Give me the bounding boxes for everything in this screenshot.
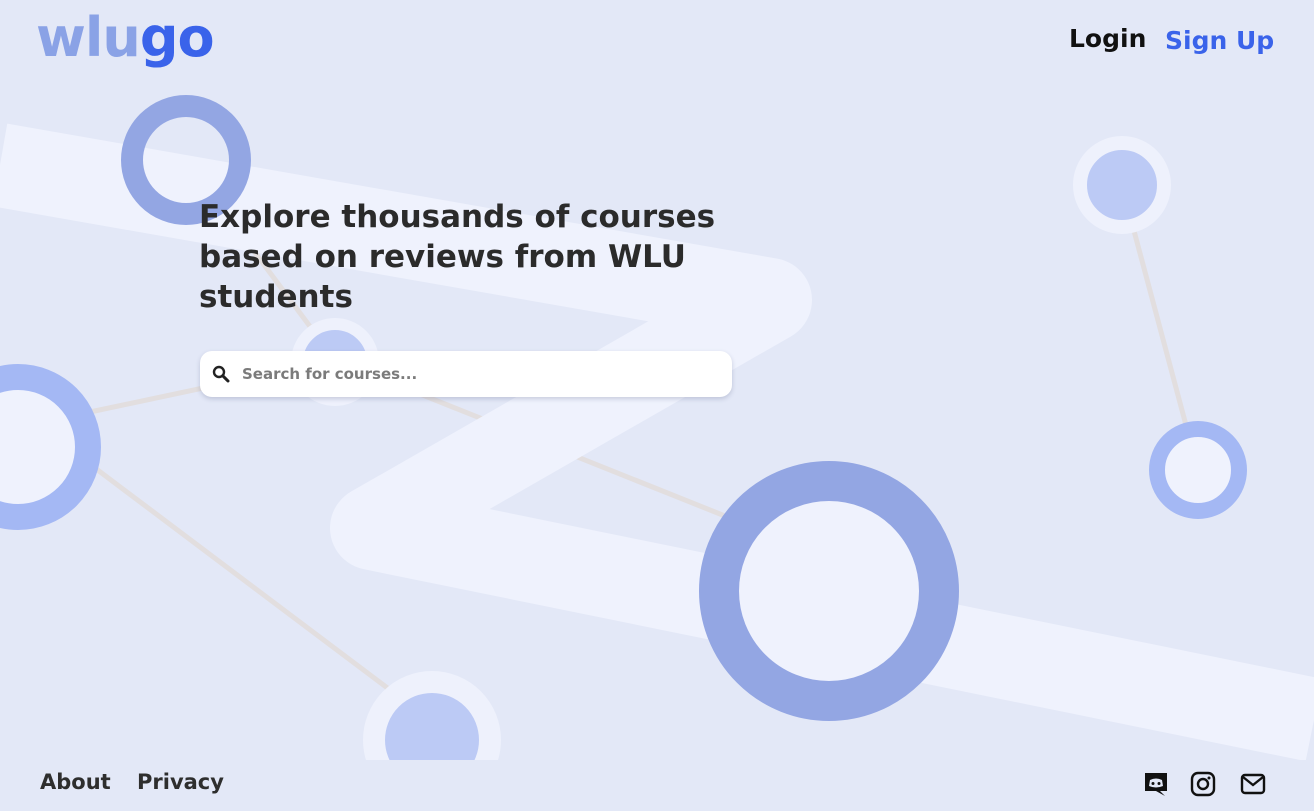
search-icon [212, 365, 230, 383]
logo-part-wlu: wlu [36, 6, 141, 69]
mail-icon[interactable] [1240, 771, 1266, 797]
hero-headline: Explore thousands of courses based on re… [199, 199, 716, 315]
background-network-illustration [0, 95, 1314, 811]
sign-up-link[interactable]: Sign Up [1165, 26, 1274, 55]
search-bar[interactable] [200, 351, 732, 397]
wlugo-logo[interactable]: wlugo [36, 6, 215, 69]
logo-part-go: go [139, 6, 215, 69]
footer-link-privacy[interactable]: Privacy [137, 770, 224, 794]
instagram-icon[interactable] [1190, 771, 1216, 797]
footer-link-about[interactable]: About [40, 770, 111, 794]
search-input[interactable] [240, 364, 714, 384]
login-link[interactable]: Login [1069, 24, 1146, 53]
discord-icon[interactable] [1143, 771, 1169, 797]
